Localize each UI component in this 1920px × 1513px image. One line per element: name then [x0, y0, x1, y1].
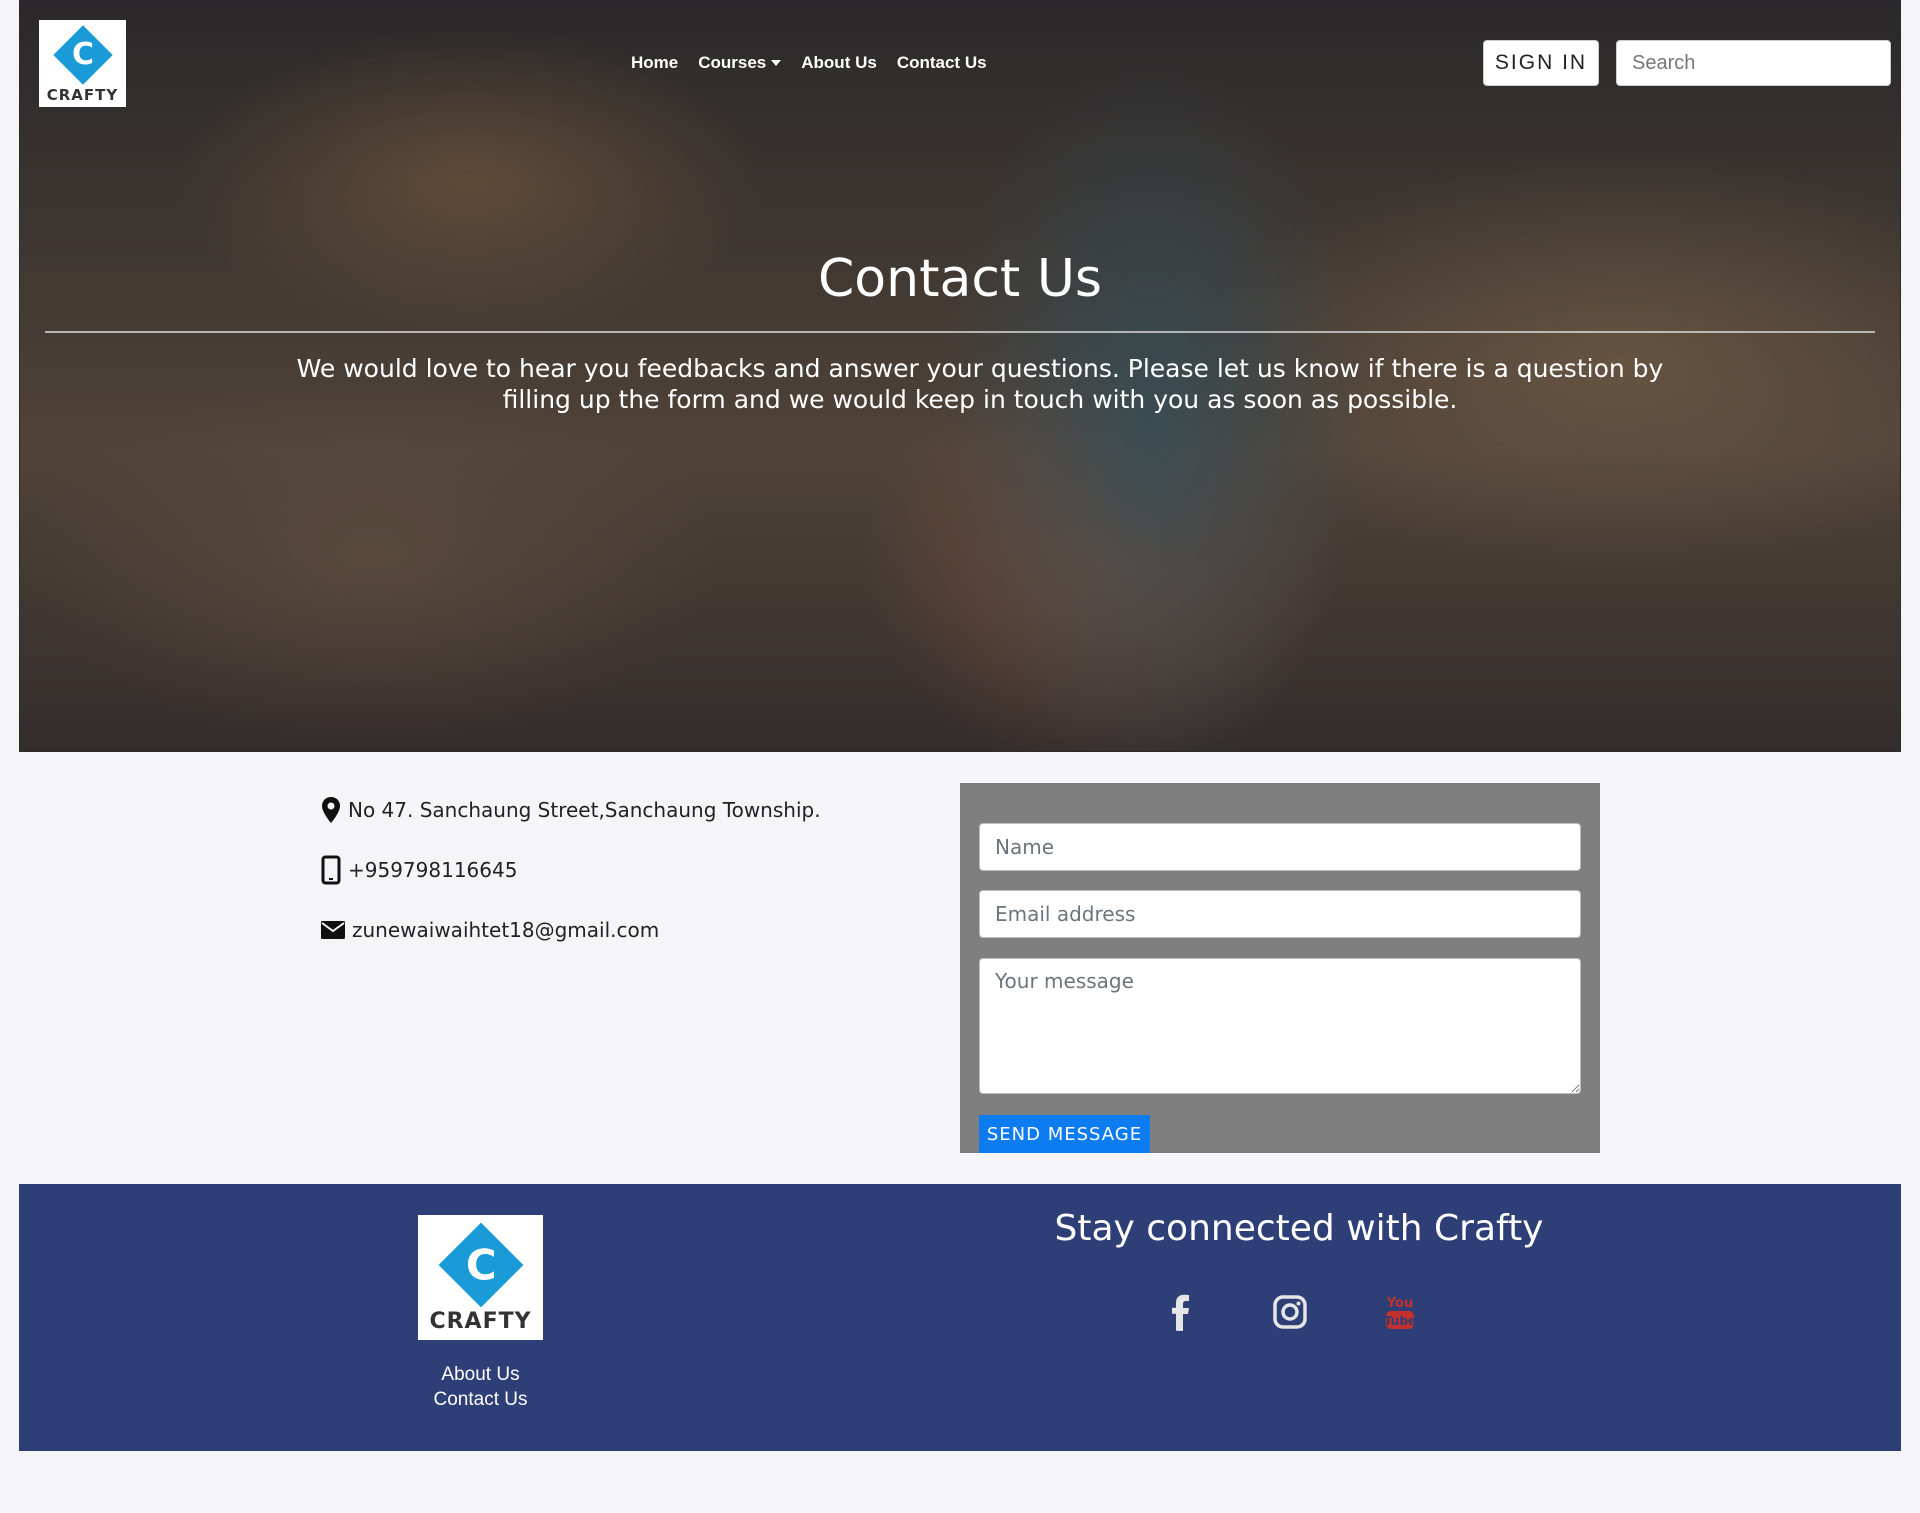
footer-heading: Stay connected with Crafty [1054, 1208, 1544, 1249]
nav-contact-us[interactable]: Contact Us [897, 53, 987, 73]
hero-divider [45, 331, 1875, 333]
address-text: No 47. Sanchaung Street,Sanchaung Townsh… [348, 798, 821, 822]
email-field[interactable] [979, 890, 1581, 938]
send-message-button[interactable]: SEND MESSAGE [979, 1115, 1150, 1153]
message-field[interactable] [979, 958, 1581, 1094]
hero-description: We would love to hear you feedbacks and … [296, 354, 1664, 414]
nav-about-us[interactable]: About Us [801, 53, 877, 73]
envelope-icon [321, 921, 345, 939]
logo-letter: C [465, 1239, 496, 1289]
facebook-icon[interactable] [1160, 1290, 1200, 1334]
location-pin-icon [322, 797, 340, 823]
youtube-icon[interactable]: You Tube [1380, 1290, 1420, 1334]
contact-form: SEND MESSAGE [960, 783, 1600, 1153]
logo-diamond-icon: C [52, 25, 113, 85]
logo-wordmark: CRAFTY [46, 86, 119, 104]
email-row: zunewaiwaihtet18@gmail.com [320, 900, 821, 960]
phone-icon [321, 855, 341, 885]
footer-link-contact-us[interactable]: Contact Us [349, 1387, 612, 1412]
svg-text:Tube: Tube [1384, 1314, 1416, 1328]
svg-text:You: You [1386, 1296, 1413, 1311]
footer-link-about-us[interactable]: About Us [349, 1362, 612, 1387]
logo-letter: C [71, 37, 94, 72]
header-logo[interactable]: C CRAFTY [39, 20, 126, 107]
logo-wordmark: CRAFTY [429, 1309, 532, 1334]
sign-in-button[interactable]: SIGN IN [1483, 40, 1599, 86]
hero-banner: C CRAFTY Home Courses About Us Contact U… [19, 0, 1901, 752]
caret-down-icon [771, 60, 782, 66]
phone-row: +959798116645 [320, 840, 821, 900]
address-row: No 47. Sanchaung Street,Sanchaung Townsh… [320, 780, 821, 840]
main-nav: Home Courses About Us Contact Us [631, 53, 987, 73]
logo-diamond-icon: C [438, 1222, 523, 1308]
contact-info: No 47. Sanchaung Street,Sanchaung Townsh… [320, 780, 821, 960]
site-footer: C CRAFTY About Us Contact Us Stay connec… [19, 1184, 1901, 1451]
search-input[interactable] [1616, 40, 1891, 86]
instagram-icon[interactable] [1270, 1290, 1310, 1334]
nav-courses-label: Courses [698, 53, 767, 72]
nav-courses[interactable]: Courses [698, 53, 782, 73]
footer-logo[interactable]: C CRAFTY [418, 1215, 543, 1340]
nav-home[interactable]: Home [631, 53, 678, 73]
name-field[interactable] [979, 823, 1581, 871]
email-text: zunewaiwaihtet18@gmail.com [352, 918, 660, 942]
phone-text: +959798116645 [348, 858, 518, 882]
footer-links: About Us Contact Us [349, 1362, 612, 1412]
social-links: You Tube [1160, 1290, 1420, 1334]
page-title: Contact Us [818, 249, 1102, 309]
